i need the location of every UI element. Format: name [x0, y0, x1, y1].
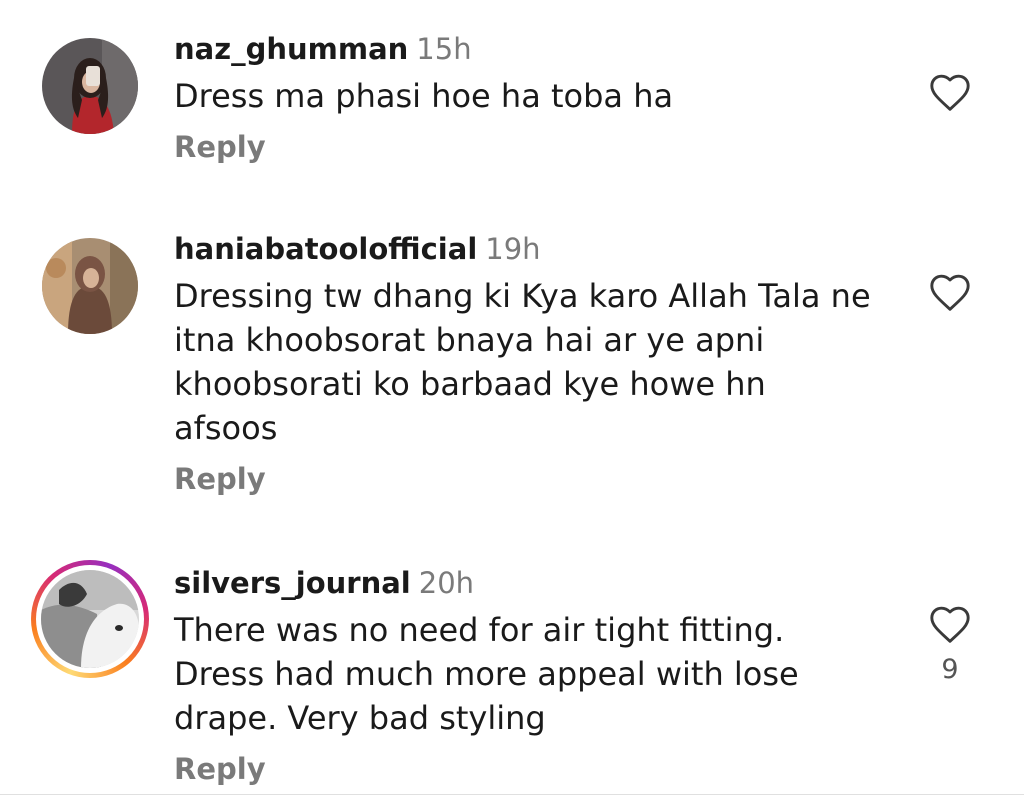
comment-meta: haniabatoolofficial 19h [174, 232, 894, 266]
avatar-image [42, 238, 138, 334]
timestamp: 20h [418, 566, 475, 600]
username[interactable]: silvers_journal [174, 566, 411, 600]
heart-outline-icon[interactable] [928, 272, 972, 312]
heart-outline-icon[interactable] [928, 604, 972, 644]
comment-body: naz_ghumman 15h Dress ma phasi hoe ha tob… [174, 32, 894, 164]
comment-meta: naz_ghumman 15h [174, 32, 894, 66]
username[interactable]: haniabatoolofficial [174, 232, 477, 266]
timestamp: 19h [485, 232, 541, 266]
username[interactable]: naz_ghumman [174, 32, 408, 66]
comment-meta: silvers_journal 20h [174, 566, 894, 600]
comment-item: haniabatoolofficial 19h Dressing tw dhang… [0, 200, 1024, 540]
like-count: 9 [941, 654, 959, 685]
comment-text: Dress ma phasi hoe ha toba ha [174, 77, 674, 115]
comment-item: silvers_journal 20h There was no need for… [0, 540, 1024, 807]
comment-item: naz_ghumman 15h Dress ma phasi hoe ha tob… [0, 0, 1024, 200]
heart-outline-icon[interactable] [928, 72, 972, 112]
comments-screen: naz_ghumman 15h Dress ma phasi hoe ha tob… [0, 0, 1024, 807]
comment-body: haniabatoolofficial 19h Dressing tw dhang… [174, 232, 894, 496]
comment-body: silvers_journal 20h There was no need for… [174, 566, 894, 786]
reply-button[interactable]: Reply [174, 752, 894, 786]
avatar-image [41, 570, 139, 668]
comment-text: Dressing tw dhang ki Kya karo Allah Tala… [174, 277, 871, 447]
story-ring-avatar[interactable] [31, 560, 149, 678]
avatar[interactable] [42, 38, 138, 134]
avatar-image [42, 38, 138, 134]
like-area [924, 272, 976, 322]
reply-button[interactable]: Reply [174, 130, 894, 164]
avatar [41, 570, 139, 668]
like-area [924, 72, 976, 122]
reply-button[interactable]: Reply [174, 462, 894, 496]
timestamp: 15h [416, 32, 472, 66]
avatar[interactable] [42, 238, 138, 334]
like-area: 9 [924, 604, 976, 685]
divider [0, 794, 1024, 795]
comment-text: There was no need for air tight fitting.… [174, 611, 799, 737]
